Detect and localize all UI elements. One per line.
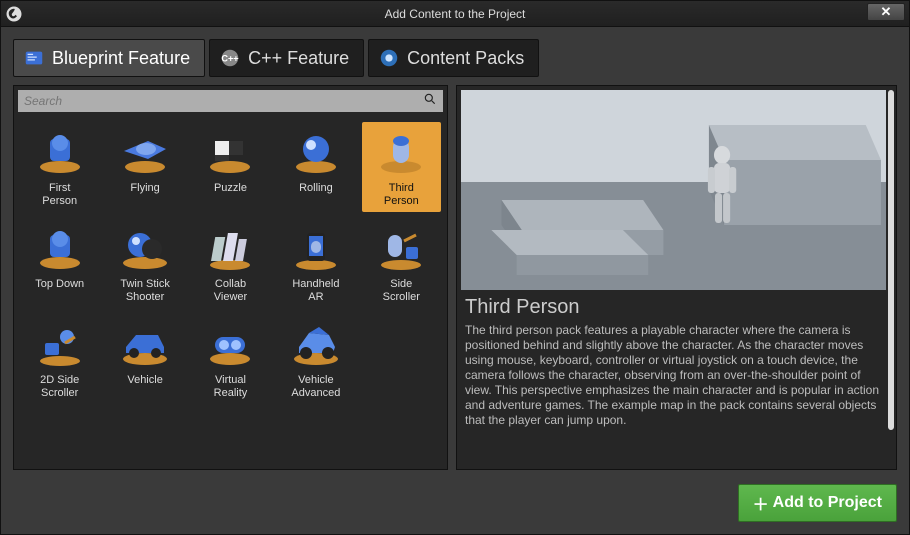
- tab-label: C++ Feature: [248, 48, 349, 69]
- collab-icon: [200, 224, 260, 274]
- content-packs-icon: [377, 46, 401, 70]
- tab-blueprint-feature[interactable]: Blueprint Feature: [13, 39, 205, 77]
- vr-icon: [200, 320, 260, 370]
- content-area: First Person Flying Puzzle Rolling Third Per…: [13, 85, 897, 470]
- handheld-ar-icon: [286, 224, 346, 274]
- template-tile-first-person[interactable]: First Person: [20, 122, 99, 212]
- template-tile-collab[interactable]: Collab Viewer: [191, 218, 270, 308]
- third-person-icon: [371, 128, 431, 178]
- vehicle-icon: [115, 320, 175, 370]
- dialog-window: Add Content to the Project ✕ Blueprint F…: [0, 0, 910, 535]
- template-tile-label: Side Scroller: [383, 278, 420, 304]
- dialog-body: Blueprint Feature C++ C++ Feature Conten…: [1, 27, 909, 534]
- first-person-icon: [30, 128, 90, 178]
- rolling-icon: [286, 128, 346, 178]
- preview-image: [461, 90, 886, 290]
- template-tile-label: Virtual Reality: [214, 374, 248, 400]
- tab-content-packs[interactable]: Content Packs: [368, 39, 539, 77]
- 2d-side-icon: [30, 320, 90, 370]
- detail-panel: Third Person The third person pack featu…: [456, 85, 897, 470]
- vehicle-adv-icon: [286, 320, 346, 370]
- tab-label: Blueprint Feature: [52, 48, 190, 69]
- detail-text: Third Person The third person pack featu…: [457, 294, 896, 436]
- close-icon: ✕: [881, 4, 892, 20]
- add-button-label: Add to Project: [773, 494, 882, 512]
- unreal-logo-icon: [1, 1, 27, 27]
- template-tile-label: Flying: [130, 182, 159, 208]
- flying-icon: [115, 128, 175, 178]
- template-panel: First Person Flying Puzzle Rolling Third Per…: [13, 85, 448, 470]
- template-tile-flying[interactable]: Flying: [105, 122, 184, 212]
- template-tile-handheld-ar[interactable]: Handheld AR: [276, 218, 355, 308]
- template-tile-2d-side[interactable]: 2D Side Scroller: [20, 314, 99, 404]
- plus-icon: ＋: [753, 491, 769, 515]
- template-tile-twin-stick[interactable]: Twin Stick Shooter: [105, 218, 184, 308]
- template-tile-label: Collab Viewer: [214, 278, 247, 304]
- template-tile-label: Vehicle: [127, 374, 162, 400]
- template-tile-rolling[interactable]: Rolling: [276, 122, 355, 212]
- top-down-icon: [30, 224, 90, 274]
- template-tile-third-person[interactable]: Third Person: [362, 122, 441, 212]
- template-tile-label: First Person: [42, 182, 77, 208]
- template-tile-side-scroller[interactable]: Side Scroller: [362, 218, 441, 308]
- window-title: Add Content to the Project: [1, 7, 909, 21]
- search-icon: [423, 92, 437, 111]
- search-bar: [18, 90, 443, 112]
- search-input[interactable]: [24, 94, 423, 108]
- template-tile-vehicle-adv[interactable]: Vehicle Advanced: [276, 314, 355, 404]
- scrollbar[interactable]: [888, 90, 894, 430]
- template-tile-top-down[interactable]: Top Down: [20, 218, 99, 308]
- svg-text:C++: C++: [221, 54, 238, 64]
- tab-label: Content Packs: [407, 48, 524, 69]
- tab-bar: Blueprint Feature C++ C++ Feature Conten…: [13, 39, 897, 77]
- template-tile-label: Vehicle Advanced: [291, 374, 340, 400]
- template-grid: First Person Flying Puzzle Rolling Third Per…: [14, 116, 447, 469]
- tab-cpp-feature[interactable]: C++ C++ Feature: [209, 39, 364, 77]
- template-tile-vehicle[interactable]: Vehicle: [105, 314, 184, 404]
- twin-stick-icon: [115, 224, 175, 274]
- template-tile-label: Top Down: [35, 278, 84, 304]
- template-tile-label: Handheld AR: [292, 278, 339, 304]
- template-tile-label: Puzzle: [214, 182, 247, 208]
- template-tile-label: 2D Side Scroller: [40, 374, 79, 400]
- puzzle-icon: [200, 128, 260, 178]
- template-tile-vr[interactable]: Virtual Reality: [191, 314, 270, 404]
- titlebar: Add Content to the Project ✕: [1, 1, 909, 27]
- cpp-icon: C++: [218, 46, 242, 70]
- add-to-project-button[interactable]: ＋ Add to Project: [738, 484, 897, 522]
- blueprint-icon: [22, 46, 46, 70]
- detail-description: The third person pack features a playabl…: [465, 323, 886, 428]
- close-button[interactable]: ✕: [867, 3, 905, 21]
- template-tile-label: Third Person: [384, 182, 419, 208]
- side-scroller-icon: [371, 224, 431, 274]
- template-tile-label: Twin Stick Shooter: [120, 278, 170, 304]
- template-tile-label: Rolling: [299, 182, 333, 208]
- template-tile-puzzle[interactable]: Puzzle: [191, 122, 270, 212]
- footer: ＋ Add to Project: [13, 478, 897, 522]
- detail-title: Third Person: [465, 296, 886, 319]
